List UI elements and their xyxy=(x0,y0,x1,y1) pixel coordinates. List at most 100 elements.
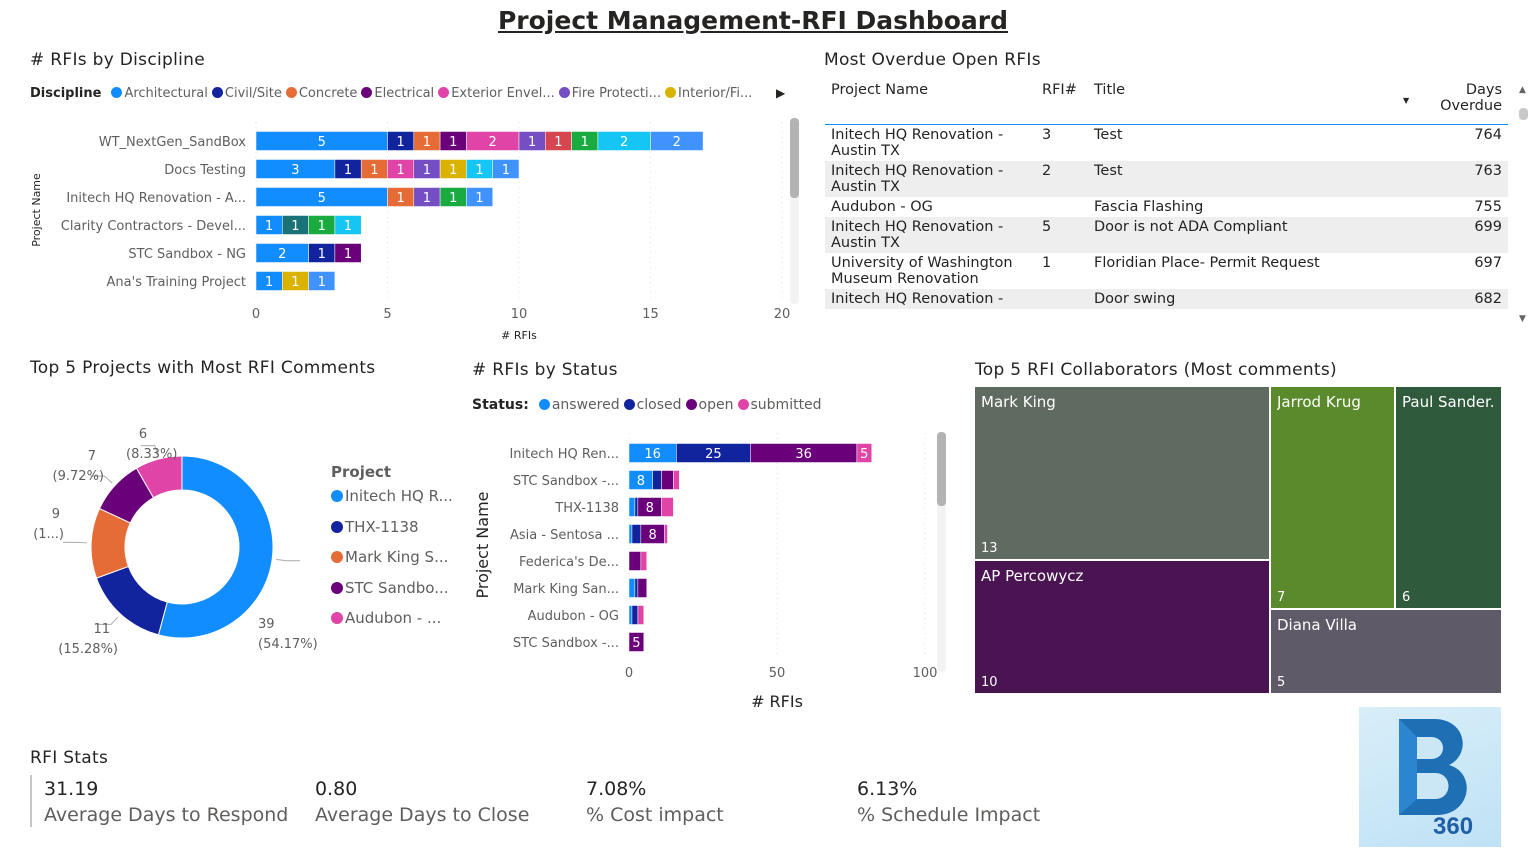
legend-dot-icon xyxy=(331,520,343,533)
status-scrollbar[interactable] xyxy=(937,432,946,672)
legend-dot-icon xyxy=(665,87,677,98)
treemap-tile[interactable]: AP Percowycz 10 xyxy=(974,560,1270,694)
overdue-table-container: Project Name RFI# Title Days Overdue ▼ In… xyxy=(825,76,1508,346)
data-label: 1 xyxy=(449,163,457,178)
legend-text: closed xyxy=(636,397,682,413)
table-row[interactable]: Audubon - OG Fascia Flashing 755 xyxy=(825,197,1508,217)
data-label: 2 xyxy=(673,135,681,150)
stats-divider xyxy=(30,775,32,827)
bar-segment[interactable] xyxy=(661,497,674,517)
cell-days-overdue: 763 xyxy=(1398,161,1508,197)
data-label: 25 xyxy=(705,447,722,462)
bar-segment[interactable] xyxy=(661,470,674,490)
scroll-up-icon[interactable]: ▲ xyxy=(1519,85,1526,95)
bar-segment[interactable] xyxy=(628,497,636,517)
y-tick-label: STC Sandbox -... xyxy=(513,636,619,651)
legend-item-submitted[interactable]: submitted xyxy=(737,397,822,413)
cell-project: University of Washington Museum Renovati… xyxy=(831,255,1013,287)
column-header-days-overdue[interactable]: Days Overdue ▼ xyxy=(1398,76,1508,125)
bar-segment[interactable] xyxy=(637,578,648,598)
legend-item[interactable]: Initech HQ R... xyxy=(331,487,453,518)
tile-name: Paul Sander... xyxy=(1402,393,1495,411)
legend-item-fire-protecti-[interactable]: Fire Protecti... xyxy=(558,86,661,101)
bar-segment[interactable] xyxy=(628,524,633,544)
stat-value: 0.80 xyxy=(315,778,358,800)
legend-dot-icon xyxy=(331,581,343,594)
bar-segment[interactable] xyxy=(634,497,639,517)
legend-text: Civil/Site xyxy=(224,86,282,101)
cell-project: Initech HQ Renovation - xyxy=(825,289,1036,309)
data-label: 1 xyxy=(397,135,405,150)
data-label: 1 xyxy=(423,191,431,206)
legend-dot-icon xyxy=(438,87,450,98)
table-row[interactable]: Initech HQ Renovation - Austin TX 5 Door i… xyxy=(825,217,1508,253)
legend-dot-icon xyxy=(558,87,570,98)
legend-item[interactable]: THX-1138 xyxy=(331,518,453,549)
legend-item-electrical[interactable]: Electrical xyxy=(361,86,434,101)
cell-project: Audubon - OG xyxy=(831,199,933,215)
cell-project: Initech HQ Renovation - Austin TX xyxy=(825,161,1036,197)
legend-item-open[interactable]: open xyxy=(685,397,734,413)
y-tick-label: Clarity Contractors - Devel... xyxy=(61,219,246,234)
data-label: 1 xyxy=(318,275,326,290)
column-header-title[interactable]: Title xyxy=(1088,76,1398,125)
slice-percent-label: (15.28%) xyxy=(58,642,118,657)
data-label: 1 xyxy=(423,163,431,178)
discipline-scrollbar[interactable] xyxy=(790,118,799,304)
bar-segment[interactable] xyxy=(628,551,642,571)
table-row[interactable]: Initech HQ Renovation - Austin TX 2 Test 76… xyxy=(825,161,1508,197)
bar-segment[interactable] xyxy=(634,578,639,598)
tile-value: 13 xyxy=(981,541,998,556)
data-label: 1 xyxy=(502,163,510,178)
legend-item-closed[interactable]: closed xyxy=(623,397,682,413)
stat-label: % Cost impact xyxy=(586,804,724,826)
legend-item[interactable]: STC Sandbo... xyxy=(331,579,453,610)
legend-item-civil-site[interactable]: Civil/Site xyxy=(211,86,282,101)
legend-item-architectural[interactable]: Architectural xyxy=(111,86,208,101)
bar-segment[interactable] xyxy=(631,605,639,625)
table-row[interactable]: University of Washington Museum Renovati… xyxy=(825,253,1508,289)
y-tick-label: THX-1138 xyxy=(554,501,619,516)
bar-segment[interactable] xyxy=(628,578,636,598)
treemap-tile[interactable]: Jarrod Krug 7 xyxy=(1270,386,1395,609)
legend-item-concrete[interactable]: Concrete xyxy=(285,86,357,101)
cell-rfi xyxy=(1036,289,1088,309)
legend-item-exterior-envel-[interactable]: Exterior Envel... xyxy=(438,86,555,101)
legend-text: Audubon - ... xyxy=(345,609,442,627)
stat-label: % Schedule Impact xyxy=(857,804,1041,826)
bar-segment[interactable] xyxy=(664,524,668,544)
data-label: 1 xyxy=(475,163,483,178)
y-tick-label: Mark King San... xyxy=(513,582,619,597)
column-header-project[interactable]: Project Name xyxy=(825,76,1036,125)
cell-title: Door swing xyxy=(1088,289,1398,309)
stat-card: 0.80 Average Days to Close xyxy=(315,778,529,826)
bar-segment[interactable] xyxy=(673,470,680,490)
table-row[interactable]: Initech HQ Renovation - Door swing 682 xyxy=(825,289,1508,309)
tile-name: Jarrod Krug xyxy=(1277,393,1361,411)
legend-label: Status: xyxy=(472,397,529,413)
data-label: 1 xyxy=(528,135,536,150)
treemap-tile[interactable]: Mark King 13 xyxy=(974,386,1270,560)
legend-next-arrow-icon[interactable]: ▶ xyxy=(776,86,785,100)
bar-segment[interactable] xyxy=(652,470,662,490)
legend-item[interactable]: Mark King S... xyxy=(331,548,453,579)
cell-title: Door is not ADA Compliant xyxy=(1088,217,1398,253)
legend-text: open xyxy=(698,397,734,413)
overdue-scrollbar[interactable] xyxy=(1519,100,1528,310)
bar-segment[interactable] xyxy=(628,605,633,625)
column-header-rfi[interactable]: RFI# xyxy=(1036,76,1088,125)
table-row[interactable]: Initech HQ Renovation - Austin TX 3 Test 76… xyxy=(825,125,1508,162)
legend-item[interactable]: Audubon - ... xyxy=(331,609,453,640)
bar-segment[interactable] xyxy=(640,551,648,571)
status-legend: Status: answered closed open submitted xyxy=(472,397,822,413)
bar-segment[interactable] xyxy=(637,605,645,625)
legend-text: STC Sandbo... xyxy=(345,578,449,597)
treemap-tile[interactable]: Diana Villa 5 xyxy=(1270,609,1502,694)
scroll-down-icon[interactable]: ▼ xyxy=(1519,314,1526,324)
data-label: 5 xyxy=(318,191,326,206)
legend-item-interior-fi-[interactable]: Interior/Fi... xyxy=(665,86,752,101)
bar-segment[interactable] xyxy=(631,524,642,544)
legend-dot-icon xyxy=(538,399,550,410)
legend-item-answered[interactable]: answered xyxy=(538,397,620,413)
treemap-tile[interactable]: Paul Sander... 6 xyxy=(1395,386,1502,609)
